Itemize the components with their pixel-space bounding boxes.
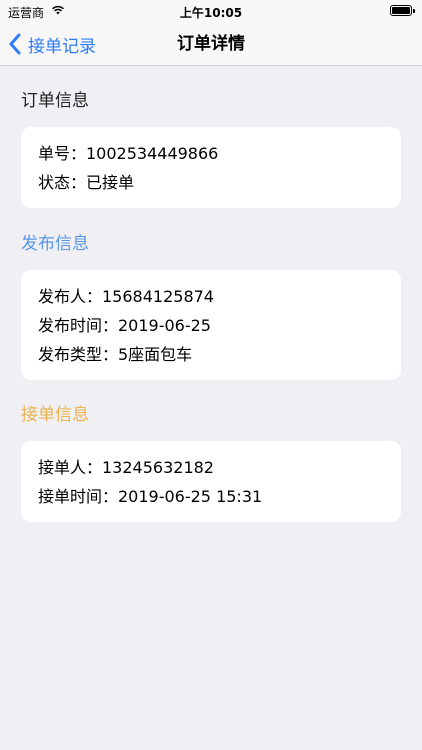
status-bar: 运营商 上午10:05 (0, 0, 422, 22)
acceptor-row: 接单人：13245632182 (38, 458, 214, 477)
order-status-row: 状态：已接单 (38, 173, 135, 192)
section-title-order: 订单信息 (21, 91, 89, 111)
section-title-accept: 接单信息 (21, 405, 89, 425)
publish-info-card: 发布人：15684125874 发布时间：2019-06-25 发布类型：5座面… (21, 270, 401, 380)
page-title: 订单详情 (177, 34, 245, 54)
battery-icon (390, 5, 415, 16)
publish-type-row: 发布类型：5座面包车 (38, 345, 193, 364)
publish-time-row: 发布时间：2019-06-25 (38, 316, 211, 335)
accept-info-card: 接单人：13245632182 接单时间：2019-06-25 15:31 (21, 441, 401, 522)
section-title-publish: 发布信息 (21, 234, 89, 254)
accept-time-row: 接单时间：2019-06-25 15:31 (38, 487, 263, 506)
status-time: 上午10:05 (179, 6, 243, 20)
order-number-row: 单号：1002534449866 (38, 144, 219, 163)
publisher-row: 发布人：15684125874 (38, 287, 214, 306)
navigation-bar: 接单记录 订单详情 (0, 22, 422, 66)
order-info-card: 单号：1002534449866 状态：已接单 (21, 127, 401, 208)
